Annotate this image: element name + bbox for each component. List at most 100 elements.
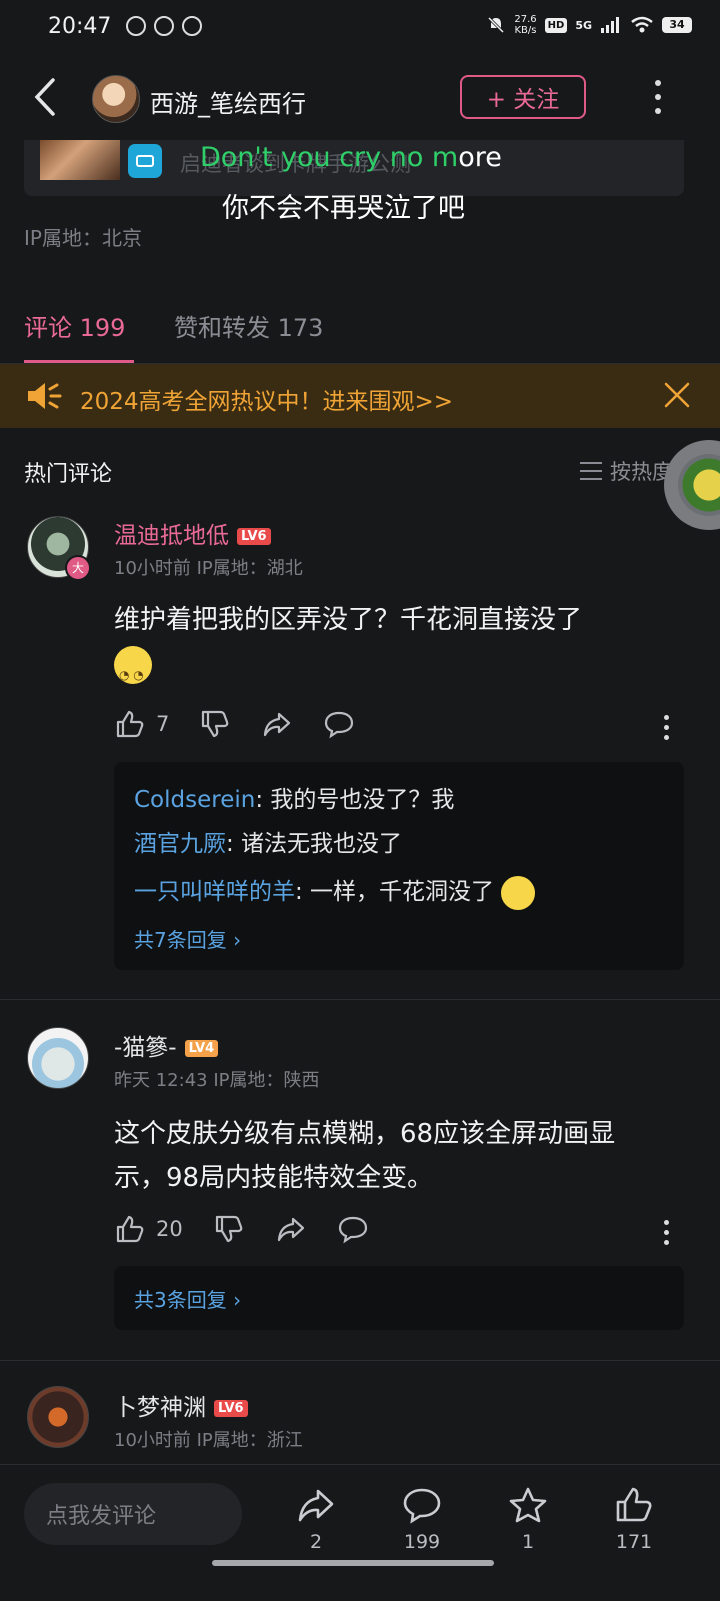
commenter-name[interactable]: 温迪抵地低 LV6	[114, 516, 271, 550]
dislike-button[interactable]	[213, 1213, 245, 1245]
reply-item[interactable]: Coldserein: 我的号也没了？我	[134, 780, 454, 814]
thumbs-down-icon	[215, 1215, 243, 1243]
speed-value: 27.6	[514, 14, 537, 25]
lyric-line-1: Don't you cry no more	[200, 142, 502, 173]
like-button[interactable]: 20	[114, 1213, 183, 1245]
avatar-badge: 大	[65, 555, 91, 581]
like-count: 171	[615, 1531, 653, 1553]
like-button[interactable]: 7	[114, 708, 169, 740]
forward-button[interactable]: 2	[276, 1485, 356, 1553]
forward-count: 2	[309, 1531, 323, 1553]
comment-actions: 7	[114, 708, 385, 740]
floating-widget[interactable]	[664, 440, 720, 530]
reply-text: : 一样，千花洞没了	[295, 879, 495, 905]
post-ip-location: IP属地：北京	[24, 226, 142, 250]
comment-count: 199	[403, 1531, 441, 1553]
status-notification-icons	[126, 16, 202, 36]
reply-item[interactable]: 一只叫咩咩的羊: 一样，千花洞没了	[134, 872, 536, 910]
lyric-rest-part: ore	[458, 142, 502, 173]
comment-meta: 昨天 12:43 IP属地：陕西	[114, 1070, 320, 1091]
comment-more-icon[interactable]	[664, 1220, 670, 1245]
comment-more-icon[interactable]	[664, 715, 670, 740]
comment-button[interactable]: 199	[382, 1485, 462, 1553]
comment-divider	[0, 999, 720, 1000]
hd-badge: HD	[544, 17, 568, 33]
like-count: 7	[156, 712, 170, 736]
reply-text: : 诸法无我也没了	[226, 831, 403, 857]
level-badge: LV6	[237, 528, 271, 545]
comment-actions: 20	[114, 1213, 399, 1245]
tab-comments[interactable]: 评论 199	[24, 308, 125, 343]
sort-icon	[580, 462, 602, 480]
close-icon[interactable]	[662, 380, 692, 410]
share-button[interactable]	[275, 1213, 307, 1245]
network-speed: 27.6 KB/s	[514, 14, 536, 36]
author-avatar[interactable]	[92, 75, 140, 123]
lyric-line-2: 你不会不再哭泣了吧	[222, 193, 465, 224]
author-name[interactable]: 西游_笔绘西行	[150, 84, 306, 119]
comment-divider	[0, 1360, 720, 1361]
level-badge: LV4	[184, 1040, 219, 1057]
bilibili-icon	[128, 144, 162, 178]
commenter-name[interactable]: -猫篸- LV4	[114, 1028, 219, 1062]
battery-icon: 34	[662, 17, 692, 33]
comment-text-line-2: 示，98局内技能特效全变。	[114, 1163, 434, 1193]
star-icon	[509, 1487, 547, 1523]
like-post-button[interactable]: 171	[594, 1485, 674, 1553]
thumbs-up-icon	[616, 1487, 652, 1522]
tab-likes-forwards[interactable]: 赞和转发 173	[174, 308, 323, 343]
signal-icon	[601, 17, 619, 33]
dislike-button[interactable]	[199, 708, 231, 740]
thumbs-up-icon	[116, 710, 144, 738]
lyric-sung-part: Don't you cry no m	[200, 142, 459, 173]
share-icon	[264, 712, 291, 737]
view-all-replies-link[interactable]: 共7条回复 ›	[134, 924, 241, 953]
commenter-name-text[interactable]: 卜梦神渊	[114, 1395, 206, 1421]
follow-button[interactable]: + 关注	[460, 75, 586, 119]
like-count: 20	[156, 1217, 183, 1241]
commenter-name-text[interactable]: -猫篸-	[114, 1035, 177, 1061]
wifi-icon	[631, 16, 653, 33]
reply-user[interactable]: 一只叫咩咩的羊	[134, 879, 295, 905]
thumbs-down-icon	[202, 710, 229, 738]
comment-bubble-icon	[338, 1216, 367, 1244]
favorite-button[interactable]: 1	[488, 1485, 568, 1553]
status-right: 27.6 KB/s HD 5G 34	[486, 14, 692, 36]
reply-text: : 我的号也没了？我	[255, 787, 455, 813]
thinking-emoji	[501, 875, 536, 910]
view-all-replies-link[interactable]: 共3条回复 ›	[134, 1284, 241, 1313]
reply-user[interactable]: 酒官九厥	[134, 831, 226, 857]
commenter-avatar[interactable]	[27, 1386, 89, 1448]
mute-bell-icon	[488, 16, 505, 34]
commenter-name-text[interactable]: 温迪抵地低	[114, 523, 229, 549]
share-button[interactable]	[261, 708, 293, 740]
announcement-banner[interactable]: 2024高考全网热议中！进来围观>>	[0, 364, 720, 428]
tab-active-indicator	[24, 360, 134, 363]
reply-button[interactable]	[337, 1213, 369, 1245]
reply-preview-box[interactable]: Coldserein: 我的号也没了？我 酒官九厥: 诸法无我也没了 一只叫咩咩…	[114, 762, 684, 970]
share-icon	[298, 1489, 334, 1522]
commenter-avatar[interactable]	[27, 1027, 89, 1089]
video-thumbnail	[40, 140, 120, 180]
rolling-eyes-emoji	[114, 645, 152, 697]
reply-button[interactable]	[323, 708, 355, 740]
reply-user[interactable]: Coldserein	[134, 787, 255, 813]
reply-item[interactable]: 酒官九厥: 诸法无我也没了	[134, 824, 402, 858]
star-count: 1	[521, 1531, 535, 1553]
comment-meta: 10小时前 IP属地：浙江	[114, 1430, 303, 1451]
bottom-action-bar: 点我发评论 2 199 1 171	[0, 1464, 720, 1601]
reply-preview-box[interactable]: 共3条回复 ›	[114, 1266, 684, 1330]
banner-text[interactable]: 2024高考全网热议中！进来围观>>	[80, 382, 453, 416]
back-arrow-icon[interactable]	[34, 78, 56, 116]
comment-bubble-icon	[403, 1488, 441, 1524]
share-icon	[277, 1217, 304, 1242]
app-notification-icon	[182, 16, 202, 36]
sort-button[interactable]: 按热度	[580, 456, 673, 486]
comment-input[interactable]: 点我发评论	[24, 1483, 242, 1545]
more-options-icon[interactable]	[654, 80, 662, 114]
commenter-name[interactable]: 卜梦神渊 LV6	[114, 1388, 248, 1422]
comment-meta: 10小时前 IP属地：湖北	[114, 558, 303, 579]
speed-unit: KB/s	[514, 25, 537, 36]
comment-body: 维护着把我的区弄没了？千花洞直接没了	[114, 598, 684, 697]
home-indicator[interactable]	[212, 1560, 494, 1566]
